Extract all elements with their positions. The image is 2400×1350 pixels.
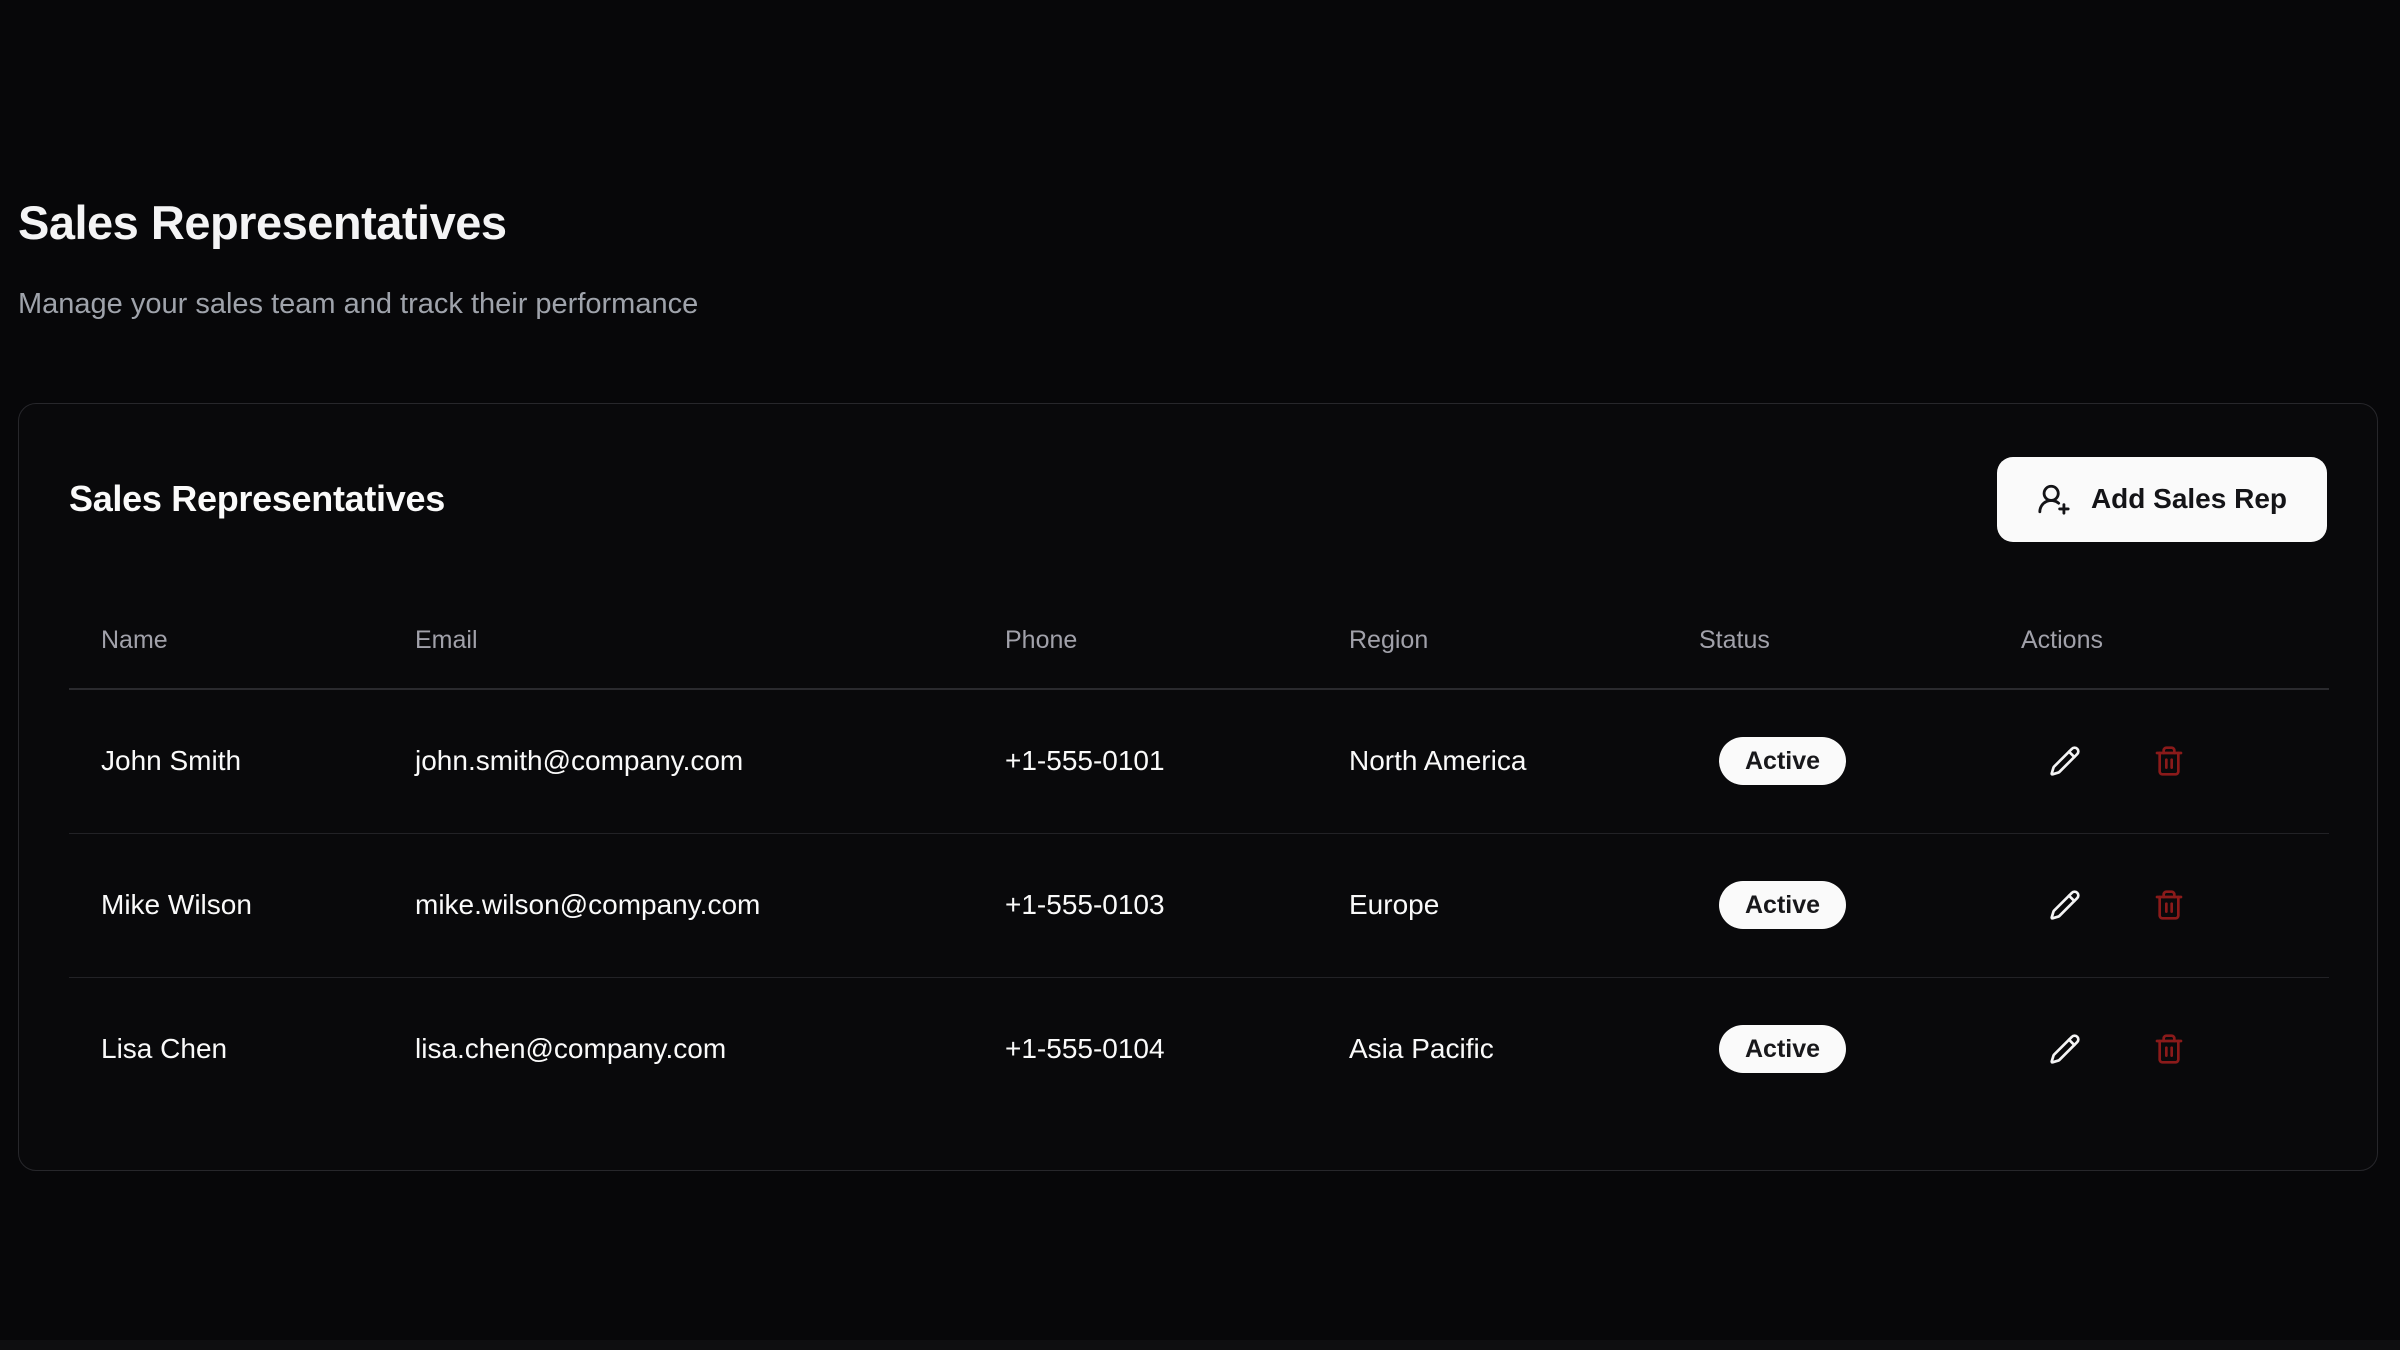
column-header-email: Email <box>383 593 973 689</box>
add-sales-rep-label: Add Sales Rep <box>2091 483 2287 515</box>
edit-button[interactable] <box>2049 889 2081 921</box>
page-subtitle: Manage your sales team and track their p… <box>18 286 2378 322</box>
rep-name: John Smith <box>69 689 383 833</box>
delete-button[interactable] <box>2153 745 2185 777</box>
edit-button[interactable] <box>2049 745 2081 777</box>
bottom-edge <box>0 1340 2400 1350</box>
column-header-region: Region <box>1317 593 1667 689</box>
row-actions <box>2021 745 2329 777</box>
rep-region: North America <box>1317 689 1667 833</box>
rep-email: john.smith@company.com <box>383 689 973 833</box>
pencil-icon <box>2049 1033 2081 1065</box>
sales-reps-table: Name Email Phone Region Status Actions J… <box>69 593 2329 1121</box>
column-header-phone: Phone <box>973 593 1317 689</box>
add-sales-rep-button[interactable]: Add Sales Rep <box>1997 457 2327 542</box>
status-badge: Active <box>1719 737 1846 785</box>
status-badge: Active <box>1719 1025 1846 1073</box>
row-actions <box>2021 889 2329 921</box>
rep-name: Lisa Chen <box>69 977 383 1121</box>
trash-icon <box>2153 889 2185 921</box>
table-row: Lisa Chen lisa.chen@company.com +1-555-0… <box>69 977 2329 1121</box>
row-actions <box>2021 1033 2329 1065</box>
rep-phone: +1-555-0103 <box>973 833 1317 977</box>
column-header-status: Status <box>1667 593 1989 689</box>
sales-reps-card: Sales Representatives Add Sales Rep Name… <box>18 403 2378 1171</box>
pencil-icon <box>2049 745 2081 777</box>
rep-phone: +1-555-0101 <box>973 689 1317 833</box>
rep-region: Asia Pacific <box>1317 977 1667 1121</box>
rep-email: mike.wilson@company.com <box>383 833 973 977</box>
rep-phone: +1-555-0104 <box>973 977 1317 1121</box>
status-badge: Active <box>1719 881 1846 929</box>
page-title: Sales Representatives <box>18 196 2378 250</box>
table-row: John Smith john.smith@company.com +1-555… <box>69 689 2329 833</box>
trash-icon <box>2153 1033 2185 1065</box>
delete-button[interactable] <box>2153 889 2185 921</box>
table-row: Mike Wilson mike.wilson@company.com +1-5… <box>69 833 2329 977</box>
user-plus-icon <box>2037 482 2071 516</box>
edit-button[interactable] <box>2049 1033 2081 1065</box>
page: Sales Representatives Manage your sales … <box>0 0 2400 1171</box>
column-header-name: Name <box>69 593 383 689</box>
card-title: Sales Representatives <box>69 478 445 520</box>
rep-email: lisa.chen@company.com <box>383 977 973 1121</box>
rep-name: Mike Wilson <box>69 833 383 977</box>
card-header: Sales Representatives Add Sales Rep <box>69 454 2327 544</box>
rep-region: Europe <box>1317 833 1667 977</box>
column-header-actions: Actions <box>1989 593 2329 689</box>
delete-button[interactable] <box>2153 1033 2185 1065</box>
trash-icon <box>2153 745 2185 777</box>
table-header-row: Name Email Phone Region Status Actions <box>69 593 2329 689</box>
pencil-icon <box>2049 889 2081 921</box>
